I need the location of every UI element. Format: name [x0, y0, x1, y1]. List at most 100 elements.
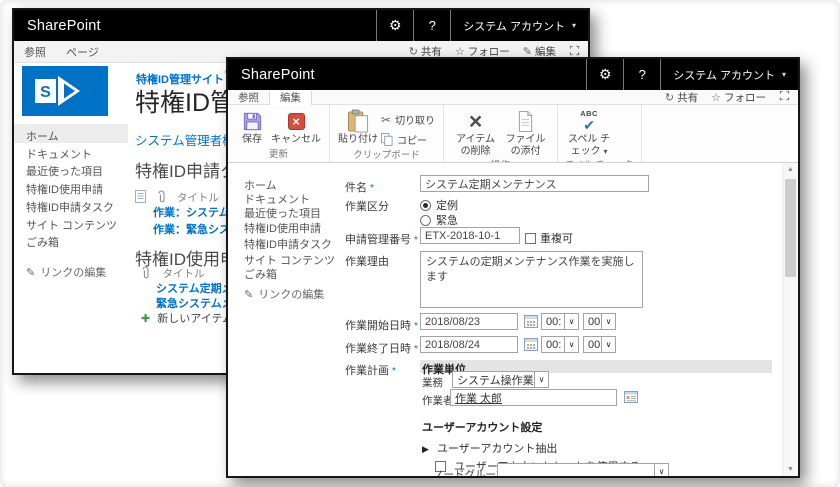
copy-button[interactable]: コピー	[381, 132, 435, 147]
gear-icon: ⚙	[389, 17, 402, 34]
select-arrow-icon: ∨	[564, 314, 578, 329]
account-menu[interactable]: システム アカウント ▾	[660, 59, 798, 90]
field-label-category: 作業区分	[345, 198, 389, 214]
ribbon-group-spelling: ABC ✔ スペル チェック ▾ スペル チェック	[558, 105, 641, 162]
spell-check-button[interactable]: ABC ✔ スペル チェック ▾	[566, 108, 612, 157]
sidebar-item-id-request-task[interactable]: 特権ID申請タスク	[244, 236, 332, 252]
sharepoint-brand: SharePoint	[228, 59, 315, 90]
radio-unselected-icon	[420, 215, 431, 226]
end-minute-select[interactable]: 00∨	[583, 336, 616, 353]
vertical-scrollbar[interactable]: ▲ ▼	[782, 163, 798, 476]
ribbon-group-label: クリップボード	[333, 147, 440, 163]
star-icon: ☆	[711, 91, 721, 104]
cut-button[interactable]: ✂ 切り取り	[381, 112, 435, 127]
paste-button[interactable]: 貼り付け	[338, 108, 378, 146]
sidebar-item-id-use-request[interactable]: 特権ID使用申請	[244, 220, 321, 236]
caret-down-icon: ▾	[572, 21, 576, 30]
scissors-icon: ✂	[381, 113, 391, 127]
plus-icon: ✚	[141, 313, 150, 325]
radio-selected-icon	[420, 200, 431, 211]
sidebar-item-recycle-bin[interactable]: ごみ箱	[26, 234, 59, 250]
calendar-icon[interactable]	[524, 315, 538, 331]
focus-mode-button[interactable]	[779, 90, 790, 104]
required-mark: *	[414, 321, 418, 332]
clipboard-icon	[347, 108, 369, 134]
task-type-label: 業務	[422, 375, 443, 390]
tasks-column-title[interactable]: タイトル	[177, 192, 219, 204]
share-button[interactable]: ↻共有	[665, 90, 698, 105]
ribbon-group-actions: × アイテムの削除 ファイルの添付 操作	[444, 105, 558, 162]
end-hour-select[interactable]: 00:∨	[541, 336, 579, 353]
delete-item-button[interactable]: × アイテムの削除	[452, 108, 499, 157]
select-arrow-icon: ∨	[601, 337, 615, 352]
sidebar-item-recent[interactable]: 最近使った項目	[26, 163, 103, 179]
ribbon-group-commit: 保存 × キャンセル 更新	[228, 105, 330, 162]
account-name: システム アカウント	[673, 67, 775, 83]
sidebar-item-id-use-request[interactable]: 特権ID使用申請	[26, 181, 103, 197]
task-type-select[interactable]: システム操作業務∨	[452, 371, 549, 388]
caret-down-icon: ▾	[603, 147, 607, 156]
svg-text:S: S	[40, 84, 51, 101]
radio-option-regular[interactable]: 定例	[420, 197, 458, 213]
field-label-subject: 件名*	[345, 179, 374, 195]
help-icon: ?	[429, 18, 436, 33]
focus-icon	[569, 45, 580, 56]
start-date-input[interactable]: 2018/08/23	[420, 313, 518, 330]
delete-x-icon: ×	[469, 110, 482, 133]
tab-browse[interactable]: 参照	[14, 41, 56, 62]
help-button[interactable]: ?	[623, 59, 660, 90]
address-book-icon[interactable]	[624, 391, 638, 406]
settings-button[interactable]: ⚙	[376, 10, 413, 41]
sidebar-item-recycle-bin[interactable]: ごみ箱	[244, 266, 277, 282]
paperclip-icon	[141, 266, 150, 279]
account-menu[interactable]: システム アカウント ▾	[450, 10, 588, 41]
node-group-select[interactable]: ∨	[497, 463, 669, 476]
duplicate-allowed-checkbox[interactable]: 重複可	[525, 230, 573, 246]
attach-file-icon	[517, 108, 534, 134]
help-button[interactable]: ?	[413, 10, 450, 41]
screenshot-canvas: SharePoint ⚙ ? システム アカウント ▾ 参照 ページ ↻共有 ☆…	[0, 0, 840, 487]
edit-links-button[interactable]: ✎ リンクの編集	[244, 286, 324, 302]
select-arrow-icon: ∨	[601, 314, 615, 329]
reqno-input[interactable]: ETX-2018-10-1	[420, 227, 520, 244]
save-floppy-icon	[242, 108, 263, 134]
start-minute-select[interactable]: 00∨	[583, 313, 616, 330]
scroll-down-icon[interactable]: ▼	[783, 466, 798, 473]
start-hour-select[interactable]: 00:∨	[541, 313, 579, 330]
subject-input[interactable]: システム定期メンテナンス	[420, 175, 649, 192]
sidebar-item-documents[interactable]: ドキュメント	[26, 146, 92, 162]
field-label-start: 作業開始日時*	[345, 317, 418, 333]
radio-option-urgent[interactable]: 緊急	[420, 212, 458, 228]
worker-people-picker[interactable]: 作業 太郎	[450, 389, 617, 406]
task-row-link[interactable]: 作業：緊急シス	[153, 221, 230, 237]
cancel-button[interactable]: × キャンセル	[271, 108, 321, 146]
select-arrow-icon: ∨	[654, 464, 668, 476]
paperclip-icon	[157, 190, 166, 203]
attach-file-button[interactable]: ファイルの添付	[502, 108, 549, 157]
scroll-up-icon[interactable]: ▲	[783, 166, 798, 173]
end-date-input[interactable]: 2018/08/24	[420, 336, 518, 353]
reason-textarea[interactable]: システムの定期メンテナンス作業を実施します	[420, 251, 643, 308]
account-settings-heading: ユーザーアカウント設定	[422, 419, 542, 435]
sidebar-item-id-request-task[interactable]: 特権ID申請タスク	[26, 199, 114, 215]
sidebar-item-recent[interactable]: 最近使った項目	[244, 205, 321, 221]
account-extract-expander[interactable]: ▶ ユーザーアカウント抽出	[422, 440, 557, 456]
tab-edit[interactable]: 編集	[269, 91, 312, 105]
required-mark: *	[370, 183, 374, 194]
edit-links-button[interactable]: ✎ リンクの編集	[26, 264, 106, 280]
copy-icon	[381, 133, 393, 146]
suite-bar: SharePoint ⚙ ? システム アカウント ▾	[228, 59, 798, 90]
requests-column-title[interactable]: タイトル	[162, 268, 204, 280]
calendar-icon[interactable]	[524, 338, 538, 354]
tab-page[interactable]: ページ	[56, 41, 109, 62]
follow-button[interactable]: ☆フォロー	[711, 90, 766, 105]
site-logo[interactable]: S	[22, 66, 108, 121]
scrollbar-thumb[interactable]	[785, 179, 796, 277]
sidebar-item-site-contents[interactable]: サイト コンテンツ	[26, 217, 117, 233]
gear-icon: ⚙	[599, 66, 612, 83]
save-button[interactable]: 保存	[236, 108, 268, 146]
sidebar-item-home[interactable]: ホーム	[26, 128, 59, 144]
tab-browse[interactable]: 参照	[228, 90, 269, 104]
field-label-end: 作業終了日時*	[345, 340, 418, 356]
settings-button[interactable]: ⚙	[586, 59, 623, 90]
